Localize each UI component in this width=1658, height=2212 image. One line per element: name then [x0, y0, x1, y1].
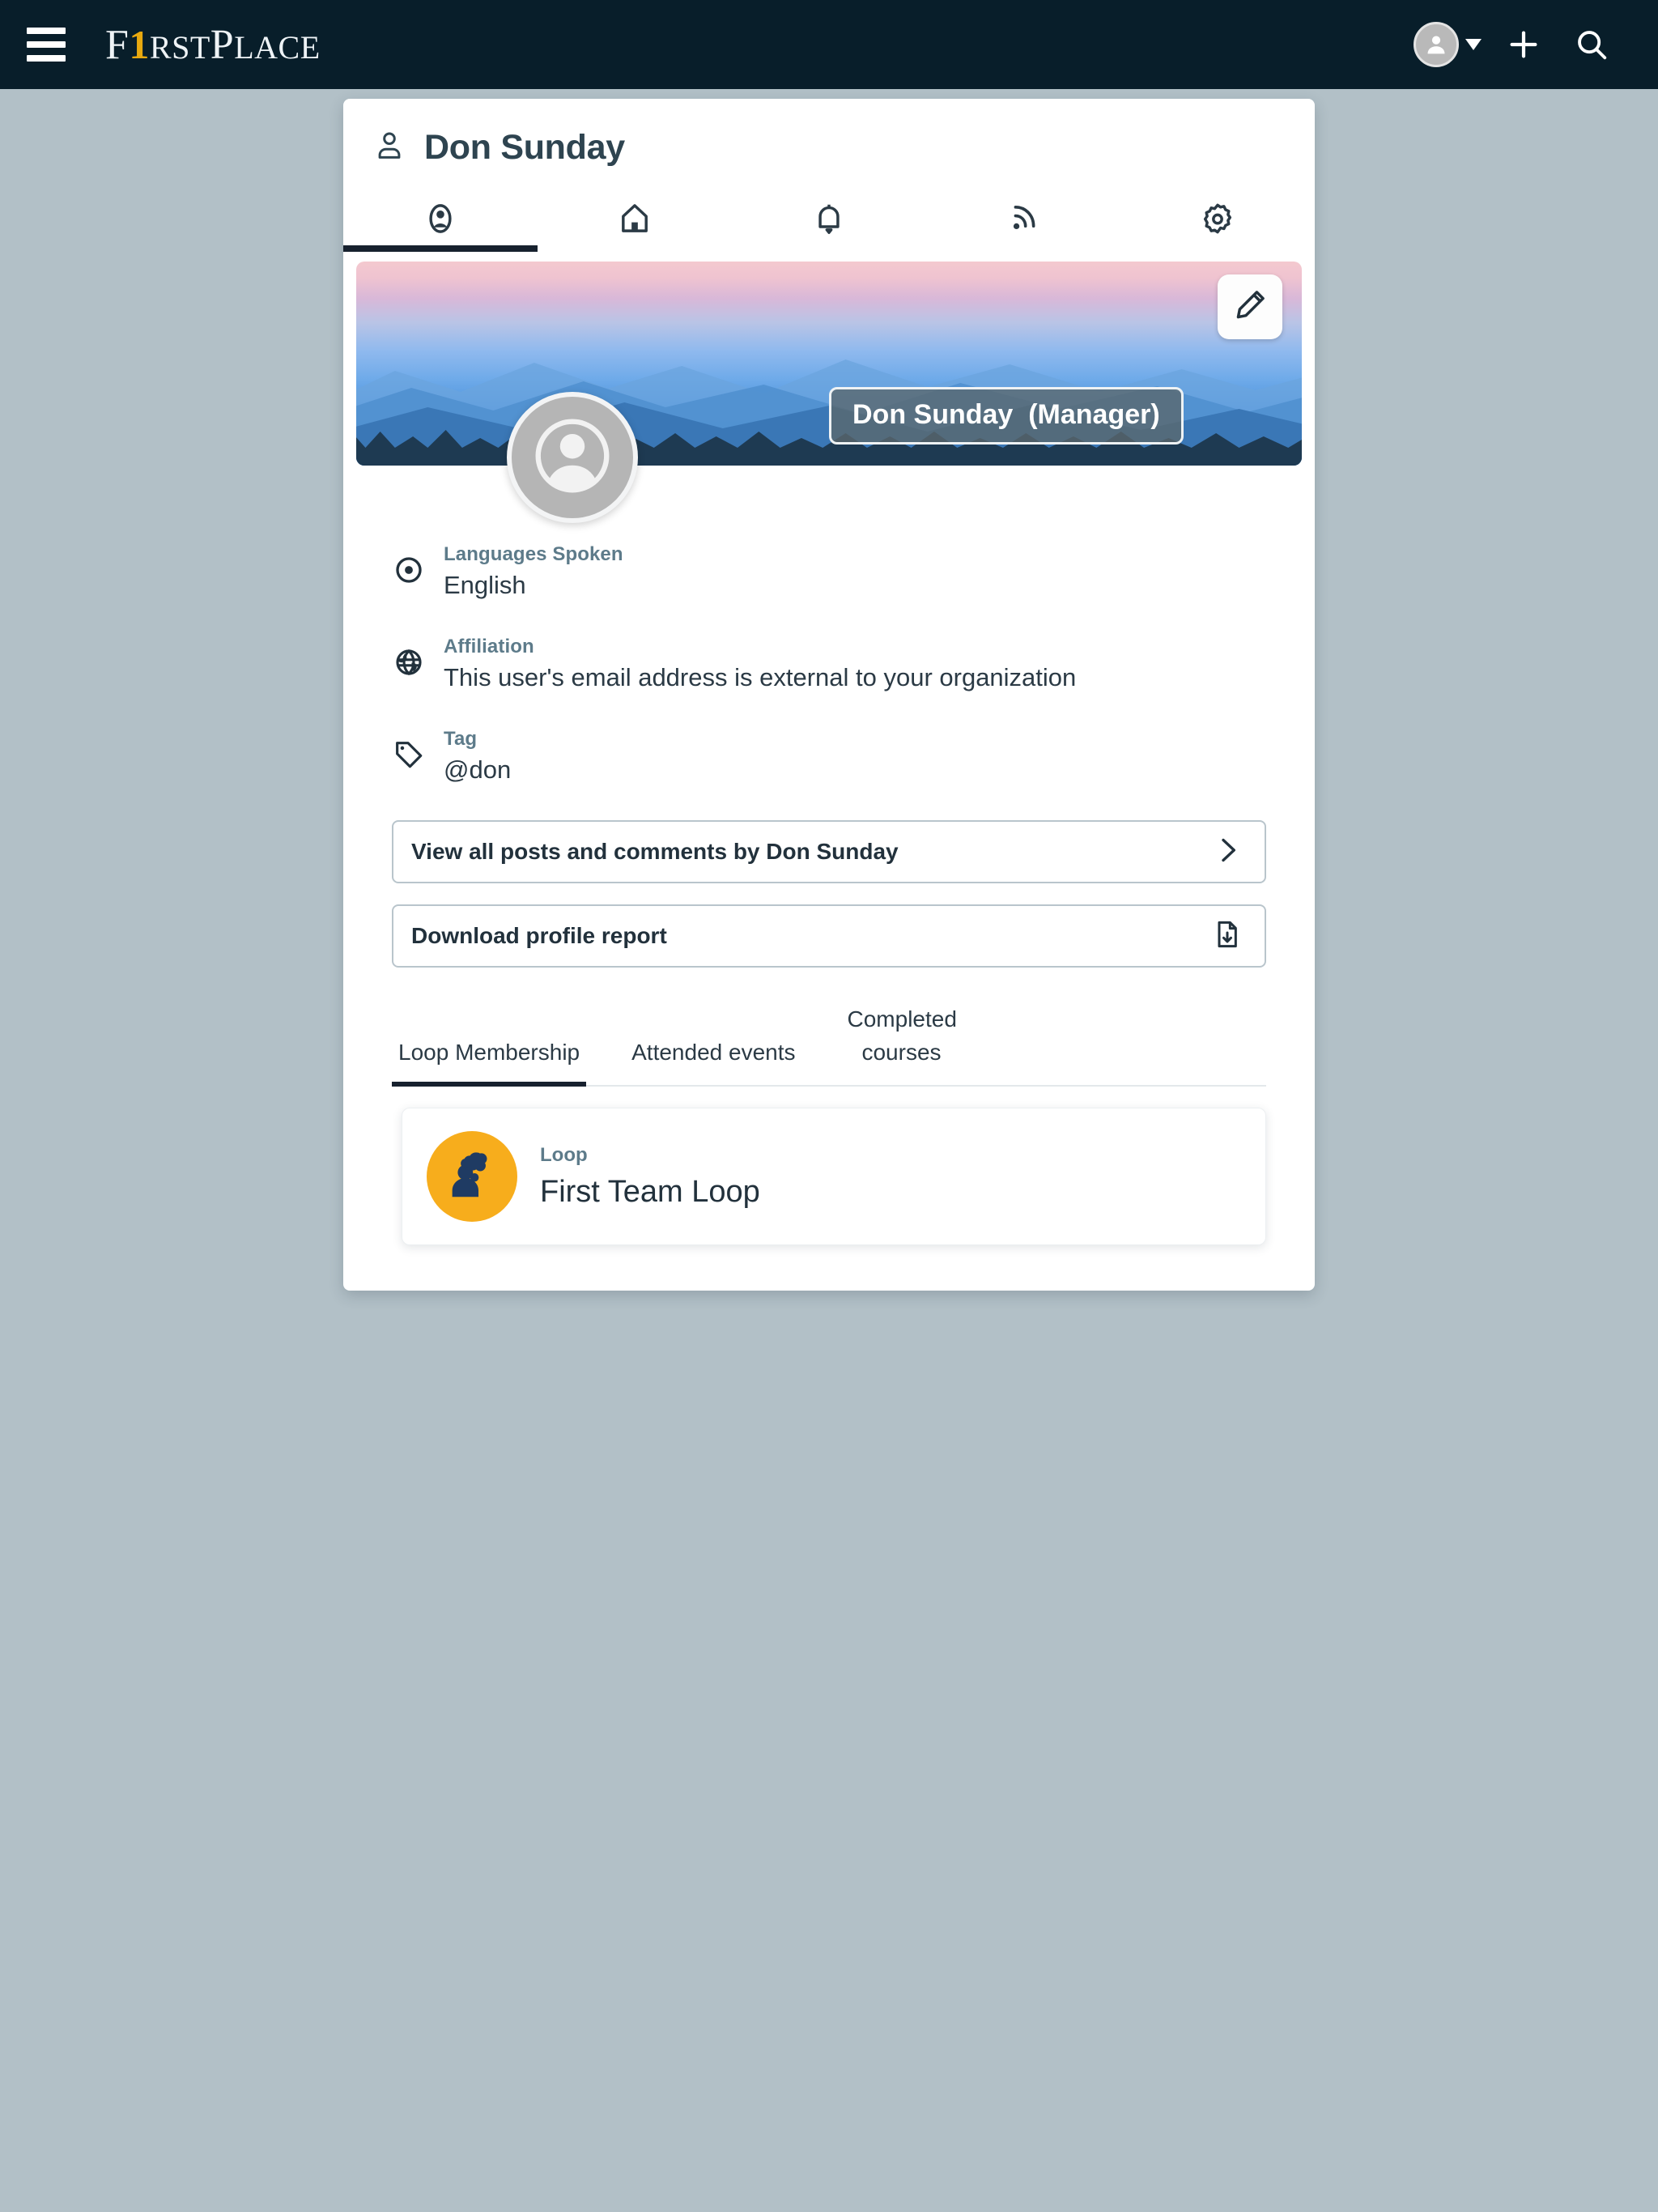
app-bar-actions: [1405, 11, 1658, 79]
info-row-tag: Tag @don: [392, 728, 1266, 785]
logo-part-one: 1: [129, 21, 150, 67]
download-report-button[interactable]: Download profile report: [392, 904, 1266, 968]
chevron-down-icon: [1465, 39, 1482, 50]
profile-banner: Don Sunday (Manager): [356, 262, 1302, 466]
search-button[interactable]: [1558, 11, 1626, 79]
tab-notifications[interactable]: [732, 195, 926, 252]
tab-settings[interactable]: [1120, 195, 1315, 252]
info-value: This user's email address is external to…: [444, 663, 1077, 691]
globe-icon: [392, 636, 426, 683]
profile-info-list: Languages Spoken English Affiliation Thi…: [343, 543, 1315, 785]
target-circle-icon: [392, 543, 426, 591]
info-label: Languages Spoken: [444, 543, 623, 565]
tag-icon: [392, 728, 426, 776]
profile-actions: View all posts and comments by Don Sunda…: [343, 820, 1315, 968]
top-app-bar: F1RSTPLACE: [0, 0, 1658, 89]
profile-name-badge: Don Sunday (Manager): [829, 387, 1184, 445]
pencil-edit-icon: [1231, 287, 1269, 328]
profile-card: Don Sunday Don Sunday (Manager) Language…: [343, 99, 1315, 1291]
add-button[interactable]: [1490, 11, 1558, 79]
page-title: Don Sunday: [343, 99, 1315, 168]
hamburger-line: [27, 41, 66, 48]
tab-home[interactable]: [538, 195, 732, 252]
logo-part-lace: LACE: [234, 28, 321, 66]
info-label: Tag: [444, 728, 478, 750]
file-download-icon: [1211, 918, 1244, 955]
loop-kind-label: Loop: [540, 1143, 588, 1166]
hamburger-menu-icon[interactable]: [23, 21, 70, 68]
loop-name: First Team Loop: [540, 1174, 760, 1209]
user-circle-icon: [422, 200, 459, 241]
info-value: English: [444, 571, 526, 599]
view-posts-button[interactable]: View all posts and comments by Don Sunda…: [392, 820, 1266, 883]
edit-banner-button[interactable]: [1218, 274, 1282, 339]
person-icon: [372, 129, 406, 167]
subtab-loop-membership[interactable]: Loop Membership: [392, 997, 587, 1087]
home-icon: [616, 200, 653, 241]
loop-person-icon: [427, 1131, 517, 1223]
subtab-label: Attended events: [631, 1039, 796, 1065]
profile-tabs: [343, 195, 1315, 252]
hamburger-line: [27, 55, 66, 62]
user-avatar-icon: [1414, 22, 1459, 67]
chevron-right-icon: [1211, 834, 1244, 870]
tab-feed[interactable]: [926, 195, 1120, 252]
profile-avatar[interactable]: [507, 392, 638, 523]
hamburger-line: [27, 28, 66, 34]
info-label: Affiliation: [444, 636, 534, 657]
info-row-languages: Languages Spoken English: [392, 543, 1266, 600]
subtab-completed-courses[interactable]: Completed courses: [841, 997, 963, 1087]
profile-subtabs: Loop Membership Attended events Complete…: [392, 997, 1266, 1087]
subtab-label: Completed courses: [847, 1006, 957, 1065]
rss-feed-icon: [1005, 200, 1042, 241]
bell-icon: [810, 200, 848, 241]
gear-icon: [1199, 200, 1236, 241]
logo-part-rst: RST: [149, 28, 210, 66]
page-title-text: Don Sunday: [424, 128, 625, 167]
info-value: @don: [444, 755, 512, 784]
subtab-attended-events[interactable]: Attended events: [625, 997, 801, 1087]
app-logo[interactable]: F1RSTPLACE: [105, 21, 321, 69]
account-menu-button[interactable]: [1405, 22, 1490, 67]
logo-part-f: F: [105, 21, 130, 68]
logo-part-p: P: [210, 21, 235, 68]
tab-profile[interactable]: [343, 195, 538, 252]
list-item[interactable]: Loop First Team Loop: [402, 1108, 1266, 1246]
loop-membership-list: Loop First Team Loop: [343, 1087, 1315, 1246]
download-report-label: Download profile report: [411, 923, 667, 948]
user-avatar-icon: [525, 408, 620, 508]
subtab-label: Loop Membership: [398, 1039, 580, 1065]
view-posts-label: View all posts and comments by Don Sunda…: [411, 839, 899, 864]
info-row-affiliation: Affiliation This user's email address is…: [392, 636, 1266, 692]
